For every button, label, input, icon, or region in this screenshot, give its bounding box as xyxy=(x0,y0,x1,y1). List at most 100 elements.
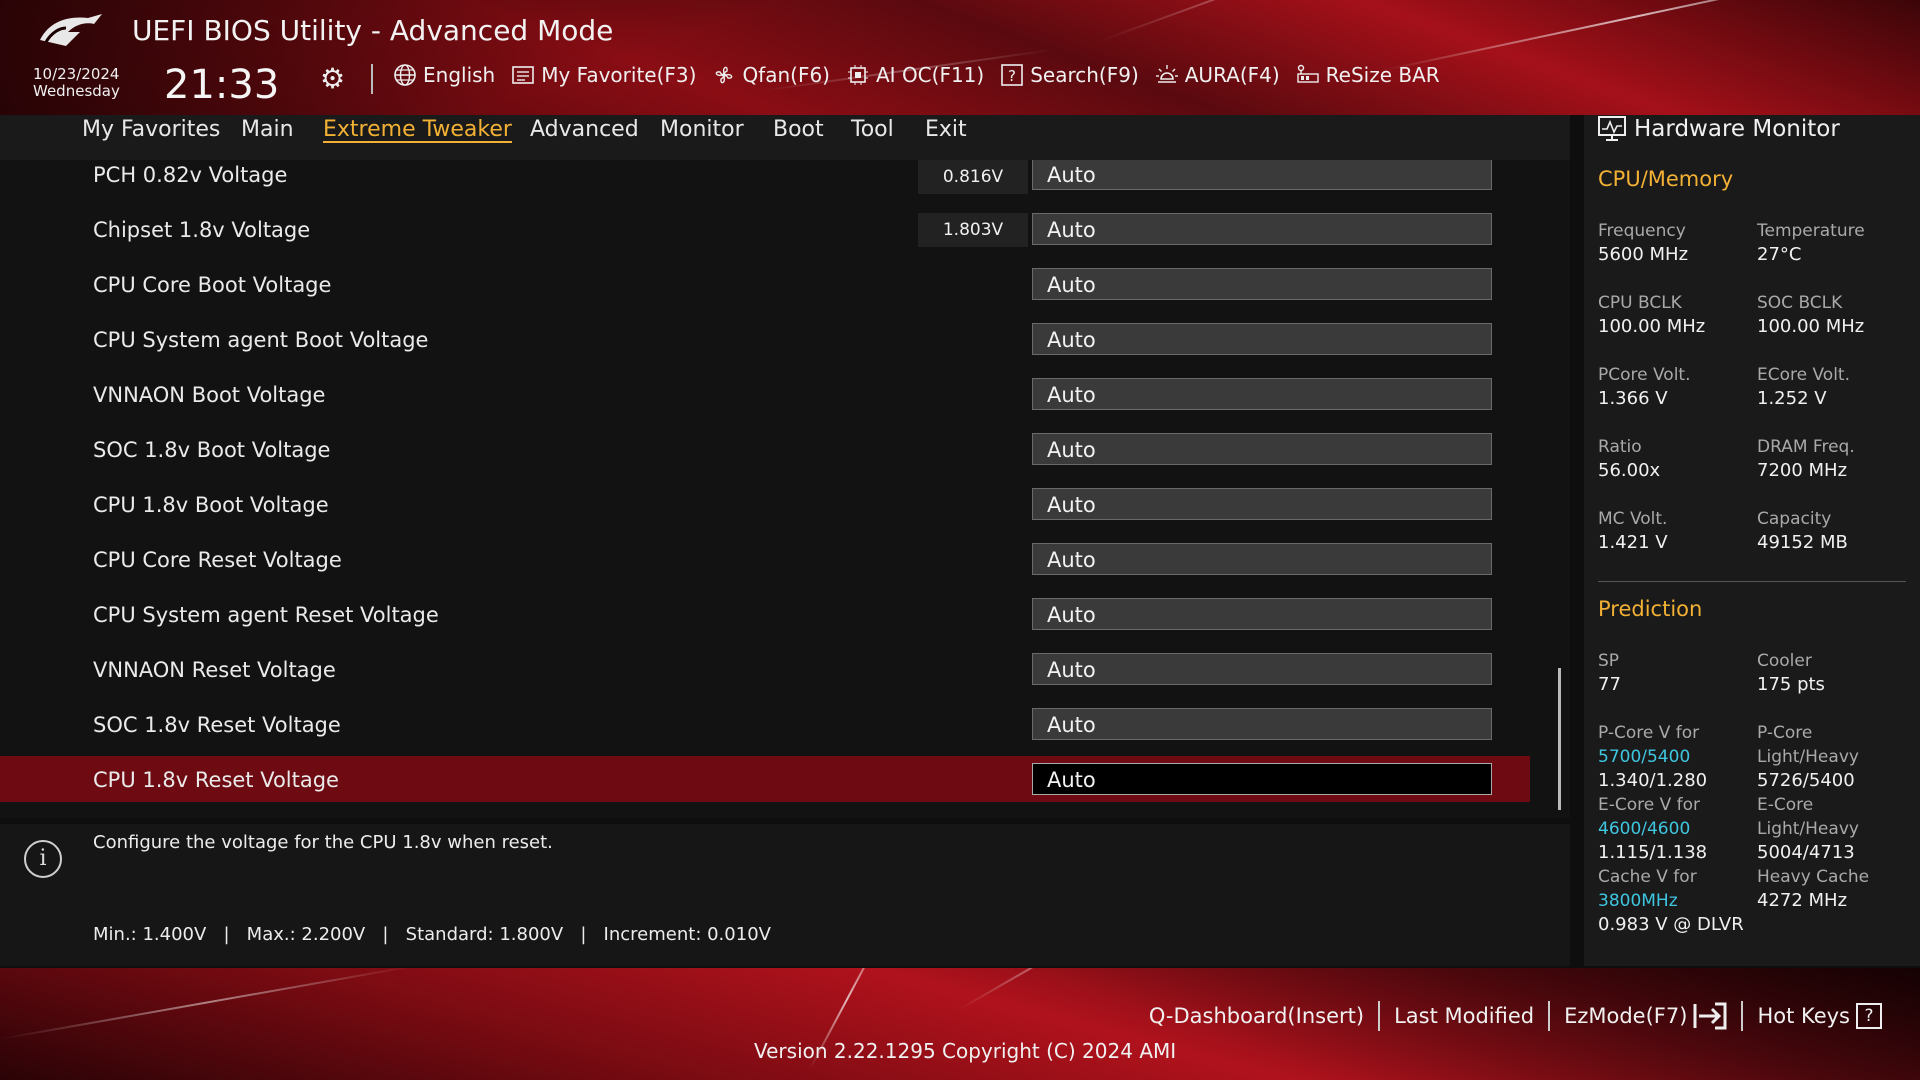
setting-row-chipset-18v-voltage[interactable]: Chipset 1.8v Voltage 1.803V Auto xyxy=(0,210,1530,256)
hardware-monitor-panel: Hardware Monitor CPU/Memory Frequency 560… xyxy=(1584,115,1920,966)
setting-value-select[interactable]: Auto xyxy=(1032,433,1492,465)
aura-light-icon xyxy=(1155,65,1178,83)
setting-row-cpu-18v-boot-voltage[interactable]: CPU 1.8v Boot Voltage Auto xyxy=(0,485,1530,531)
settings-list: PCH 0.82v Voltage 0.816V Auto Chipset 1.… xyxy=(0,160,1570,818)
last-modified-button[interactable]: Last Modified xyxy=(1380,1004,1548,1028)
setting-row-soc-18v-reset-voltage[interactable]: SOC 1.8v Reset Voltage Auto xyxy=(0,705,1530,751)
ai-oc-label: AI OC(F11) xyxy=(876,63,985,87)
setting-row-cpu-18v-reset-voltage[interactable]: CPU 1.8v Reset Voltage Auto xyxy=(0,756,1530,802)
setting-value-select[interactable]: Auto xyxy=(1032,763,1492,795)
resize-bar-button[interactable]: ReSize BAR xyxy=(1296,63,1440,87)
setting-value-select[interactable]: Auto xyxy=(1032,268,1492,300)
cache-v-link[interactable]: 3800MHz xyxy=(1598,889,1758,913)
footer-links: Q-Dashboard(Insert) Last Modified EzMode… xyxy=(1135,1001,1896,1031)
hw-dram-freq: DRAM Freq. 7200 MHz xyxy=(1757,437,1855,481)
pred-pcore-lh: P-Core Light/Heavy 5726/5400 xyxy=(1757,723,1859,791)
hw-soc-bclk: SOC BCLK 100.00 MHz xyxy=(1757,293,1865,337)
monitor-icon xyxy=(1598,116,1626,141)
setting-row-soc-18v-boot-voltage[interactable]: SOC 1.8v Boot Voltage Auto xyxy=(0,430,1530,476)
pred-ecore-lh: E-Core Light/Heavy 5004/4713 xyxy=(1757,795,1859,863)
hw-cpu-bclk: CPU BCLK 100.00 MHz xyxy=(1598,293,1706,337)
tab-advanced[interactable]: Advanced xyxy=(530,117,639,142)
language-button[interactable]: English xyxy=(393,63,495,87)
setting-row-cpu-sa-reset-voltage[interactable]: CPU System agent Reset Voltage Auto xyxy=(0,595,1530,641)
exit-arrow-icon xyxy=(1693,1002,1727,1030)
setting-row-vnnaon-boot-voltage[interactable]: VNNAON Boot Voltage Auto xyxy=(0,375,1530,421)
tab-my-favorites[interactable]: My Favorites xyxy=(82,117,220,142)
globe-icon xyxy=(394,64,416,86)
setting-value-select[interactable]: Auto xyxy=(1032,488,1492,520)
setting-value-select[interactable]: Auto xyxy=(1032,708,1492,740)
setting-row-pch-082v-voltage[interactable]: PCH 0.82v Voltage 0.816V Auto xyxy=(0,160,1530,201)
setting-value-select[interactable]: Auto xyxy=(1032,543,1492,575)
setting-label: CPU 1.8v Reset Voltage xyxy=(93,768,339,792)
tab-main[interactable]: Main xyxy=(241,117,294,142)
my-favorite-button[interactable]: My Favorite(F3) xyxy=(511,63,696,87)
hot-keys-label: Hot Keys xyxy=(1757,1004,1850,1028)
search-help-icon: ? xyxy=(1001,64,1024,86)
tab-monitor[interactable]: Monitor xyxy=(660,117,744,142)
gear-icon[interactable]: ⚙ xyxy=(320,62,345,95)
setting-label: VNNAON Reset Voltage xyxy=(93,658,336,682)
tab-tool[interactable]: Tool xyxy=(851,117,894,142)
weekday-text: Wednesday xyxy=(33,82,120,100)
ai-oc-icon xyxy=(848,65,868,85)
section-divider xyxy=(1598,581,1906,582)
voltage-reading: 0.816V xyxy=(918,160,1028,194)
ecore-v-link[interactable]: 4600/4600 xyxy=(1598,817,1758,841)
rog-logo-icon xyxy=(36,10,106,50)
setting-row-cpu-core-reset-voltage[interactable]: CPU Core Reset Voltage Auto xyxy=(0,540,1530,586)
ai-oc-button[interactable]: AI OC(F11) xyxy=(846,63,984,87)
scrollbar[interactable] xyxy=(1558,668,1561,810)
pred-ecore-v: E-Core V for 4600/4600 1.115/1.138 xyxy=(1598,793,1758,865)
qfan-button[interactable]: Qfan(F6) xyxy=(712,63,830,87)
pred-pcore-v: P-Core V for 5700/5400 1.340/1.280 xyxy=(1598,721,1758,793)
pcore-v-link[interactable]: 5700/5400 xyxy=(1598,745,1758,769)
hardware-monitor-title: Hardware Monitor xyxy=(1634,116,1840,142)
voltage-reading: 1.803V xyxy=(918,213,1028,247)
q-dashboard-button[interactable]: Q-Dashboard(Insert) xyxy=(1135,1004,1378,1028)
aura-button[interactable]: AURA(F4) xyxy=(1155,63,1280,87)
tab-extreme-tweaker[interactable]: Extreme Tweaker xyxy=(323,117,512,142)
hw-frequency: Frequency 5600 MHz xyxy=(1598,221,1689,265)
hardware-monitor-header: Hardware Monitor xyxy=(1598,116,1840,142)
aura-label: AURA(F4) xyxy=(1184,63,1280,87)
setting-row-cpu-core-boot-voltage[interactable]: CPU Core Boot Voltage Auto xyxy=(0,265,1530,311)
hw-ecore-volt: ECore Volt. 1.252 V xyxy=(1757,365,1850,409)
setting-value-select[interactable]: Auto xyxy=(1032,378,1492,410)
fan-icon xyxy=(716,66,733,84)
pred-heavy-cache: Heavy Cache 4272 MHz xyxy=(1757,867,1870,911)
hot-keys-button[interactable]: Hot Keys ? xyxy=(1743,1003,1896,1029)
setting-value-select[interactable]: Auto xyxy=(1032,323,1492,355)
toolbar: English My Favorite(F3) Qfan(F6) AI OC(F… xyxy=(393,63,1440,87)
setting-value-select[interactable]: Auto xyxy=(1032,160,1492,190)
tab-exit[interactable]: Exit xyxy=(925,117,967,142)
setting-value-select[interactable]: Auto xyxy=(1032,598,1492,630)
date-display: 10/23/2024 Wednesday xyxy=(33,66,120,100)
voltage-limits: Min.: 1.400V | Max.: 2.200V | Standard: … xyxy=(93,924,771,945)
setting-label: CPU Core Boot Voltage xyxy=(93,273,332,297)
setting-row-vnnaon-reset-voltage[interactable]: VNNAON Reset Voltage Auto xyxy=(0,650,1530,696)
setting-label: CPU System agent Reset Voltage xyxy=(93,603,439,627)
setting-label: SOC 1.8v Boot Voltage xyxy=(93,438,331,462)
version-text: Version 2.22.1295 Copyright (C) 2024 AMI xyxy=(754,1039,1177,1063)
date-text: 10/23/2024 xyxy=(33,65,120,83)
setting-label: VNNAON Boot Voltage xyxy=(93,383,326,407)
help-description: Configure the voltage for the CPU 1.8v w… xyxy=(93,832,553,853)
setting-label: CPU System agent Boot Voltage xyxy=(93,328,429,352)
setting-row-cpu-sa-boot-voltage[interactable]: CPU System agent Boot Voltage Auto xyxy=(0,320,1530,366)
resize-bar-icon xyxy=(1296,64,1319,83)
clock-display[interactable]: 21:33 xyxy=(164,62,279,108)
language-label: English xyxy=(423,63,496,87)
setting-label: Chipset 1.8v Voltage xyxy=(93,218,311,242)
ezmode-button[interactable]: EzMode(F7) xyxy=(1550,1002,1741,1030)
search-button[interactable]: ? Search(F9) xyxy=(1000,63,1139,87)
hw-capacity: Capacity 49152 MB xyxy=(1757,509,1848,553)
tab-boot[interactable]: Boot xyxy=(773,117,824,142)
setting-value-select[interactable]: Auto xyxy=(1032,653,1492,685)
setting-value-select[interactable]: Auto xyxy=(1032,213,1492,245)
pred-cache-v: Cache V for 3800MHz 0.983 V @ DLVR xyxy=(1598,865,1758,937)
hw-pcore-volt: PCore Volt. 1.366 V xyxy=(1598,365,1691,409)
setting-label: CPU 1.8v Boot Voltage xyxy=(93,493,329,517)
hw-mc-volt: MC Volt. 1.421 V xyxy=(1598,509,1668,553)
